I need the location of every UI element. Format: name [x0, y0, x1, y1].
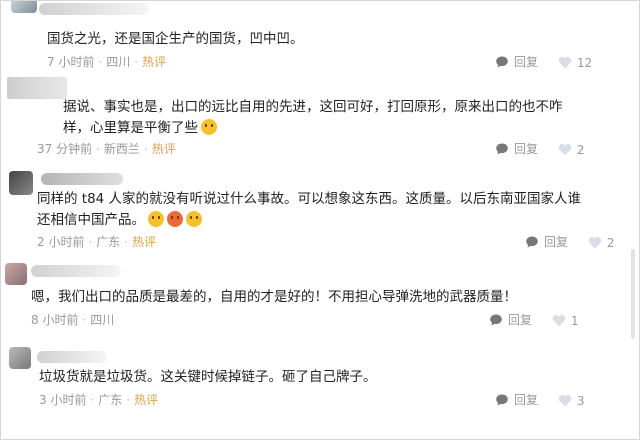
comment-bubble-icon	[526, 236, 538, 248]
like-count: 12	[576, 55, 593, 70]
username[interactable]	[41, 173, 123, 185]
reply-label: 回复	[514, 55, 539, 69]
comment-time: 37 分钟前	[37, 142, 93, 156]
comment-time: 8 小时前	[31, 313, 79, 327]
comment-bubble-icon	[496, 56, 508, 68]
like-button[interactable]: 2	[558, 141, 585, 159]
heart-icon	[552, 315, 566, 327]
reply-label: 回复	[544, 235, 569, 249]
comment-actions: 回复 12	[479, 53, 592, 71]
comment-meta: 37 分钟前 · 新西兰 · 热评	[37, 142, 176, 156]
face-emoji-icon	[201, 119, 217, 135]
face-emoji-icon	[167, 211, 183, 227]
reply-button[interactable]: 回复	[525, 233, 568, 251]
reply-label: 回复	[514, 142, 539, 156]
comment-item: 国货之光，还是国企生产的国货，凹中凹。 7 小时前 · 四川 · 热评 回复 12	[1, 1, 601, 75]
comment-actions: 回复 3	[479, 391, 584, 409]
hot-badge: 热评	[134, 393, 159, 407]
reply-button[interactable]: 回复	[495, 140, 538, 158]
avatar[interactable]	[9, 347, 31, 369]
comment-meta: 2 小时前 · 广东 · 热评	[37, 235, 157, 249]
username[interactable]	[37, 351, 107, 363]
comment-text-body: 据说、事实也是，出口的远比自用的先进，这回可好，打回原形，原来出口的也不咋样，心…	[63, 99, 563, 136]
reply-button[interactable]: 回复	[495, 53, 538, 71]
comment-bubble-icon	[490, 314, 502, 326]
scrollbar[interactable]	[631, 249, 635, 339]
comment-location: 广东	[98, 393, 123, 407]
comment-time: 2 小时前	[37, 235, 85, 249]
avatar[interactable]	[9, 171, 33, 195]
comment-bubble-icon	[496, 394, 508, 406]
comment-text: 同样的 t84 人家的就没有听说过什么事故。可以想象这东西。这质量。以后东南亚国…	[37, 189, 593, 231]
comment-item: 嗯，我们出口的品质是最差的，自用的才是好的！不用担心导弹洗地的武器质量！ 8 小…	[1, 259, 601, 339]
heart-icon	[558, 144, 572, 156]
like-button[interactable]: 2	[588, 234, 615, 252]
comment-text: 垃圾货就是垃圾货。这关键时候掉链子。砸了自己牌子。	[39, 369, 377, 385]
like-count: 2	[606, 235, 615, 250]
hot-badge: 热评	[132, 235, 157, 249]
comment-text: 嗯，我们出口的品质是最差的，自用的才是好的！不用担心导弹洗地的武器质量！	[31, 289, 517, 305]
comment-location: 广东	[96, 235, 121, 249]
heart-icon	[588, 237, 602, 249]
comment-text-body: 同样的 t84 人家的就没有听说过什么事故。可以想象这东西。这质量。以后东南亚国…	[37, 191, 582, 228]
comment-item: 据说、事实也是，出口的远比自用的先进，这回可好，打回原形，原来出口的也不咋样，心…	[1, 75, 601, 167]
avatar[interactable]	[5, 263, 27, 285]
heart-icon	[558, 57, 572, 69]
avatar[interactable]	[11, 1, 37, 13]
face-emoji-icon	[186, 211, 202, 227]
reply-label: 回复	[508, 313, 533, 327]
hot-badge: 热评	[151, 142, 176, 156]
comment-item: 同样的 t84 人家的就没有听说过什么事故。可以想象这东西。这质量。以后东南亚国…	[1, 167, 614, 259]
avatar[interactable]	[7, 77, 67, 99]
comment-meta: 7 小时前 · 四川 · 热评	[47, 55, 167, 69]
comment-list: 国货之光，还是国企生产的国货，凹中凹。 7 小时前 · 四川 · 热评 回复 12 据说…	[0, 0, 640, 440]
hot-badge: 热评	[142, 55, 167, 69]
comment-location: 新西兰	[103, 142, 140, 156]
username[interactable]	[39, 3, 149, 15]
reply-button[interactable]: 回复	[489, 311, 532, 329]
comment-time: 3 小时前	[39, 393, 87, 407]
comment-meta: 3 小时前 · 广东 · 热评	[39, 393, 159, 407]
reply-label: 回复	[514, 393, 539, 407]
comment-item: 垃圾货就是垃圾货。这关键时候掉链子。砸了自己牌子。 3 小时前 · 广东 · 热评 回复…	[1, 339, 601, 439]
comment-bubble-icon	[496, 143, 508, 155]
like-count: 2	[576, 142, 585, 157]
like-button[interactable]: 3	[558, 392, 585, 410]
comment-actions: 回复 2	[479, 140, 584, 158]
comment-actions: 回复 2	[509, 233, 614, 251]
comment-location: 四川	[106, 55, 131, 69]
like-button[interactable]: 1	[552, 312, 579, 330]
comment-text: 据说、事实也是，出口的远比自用的先进，这回可好，打回原形，原来出口的也不咋样，心…	[63, 97, 563, 139]
like-button[interactable]: 12	[558, 54, 592, 72]
comment-meta: 8 小时前 · 四川	[31, 313, 115, 327]
comment-text: 国货之光，还是国企生产的国货，凹中凹。	[47, 31, 304, 47]
username[interactable]	[31, 265, 121, 277]
comment-time: 7 小时前	[47, 55, 95, 69]
heart-icon	[558, 395, 572, 407]
like-count: 3	[576, 393, 585, 408]
like-count: 1	[570, 313, 579, 328]
reply-button[interactable]: 回复	[495, 391, 538, 409]
comment-actions: 回复 1	[473, 311, 578, 329]
comment-location: 四川	[90, 313, 115, 327]
face-emoji-icon	[148, 211, 164, 227]
